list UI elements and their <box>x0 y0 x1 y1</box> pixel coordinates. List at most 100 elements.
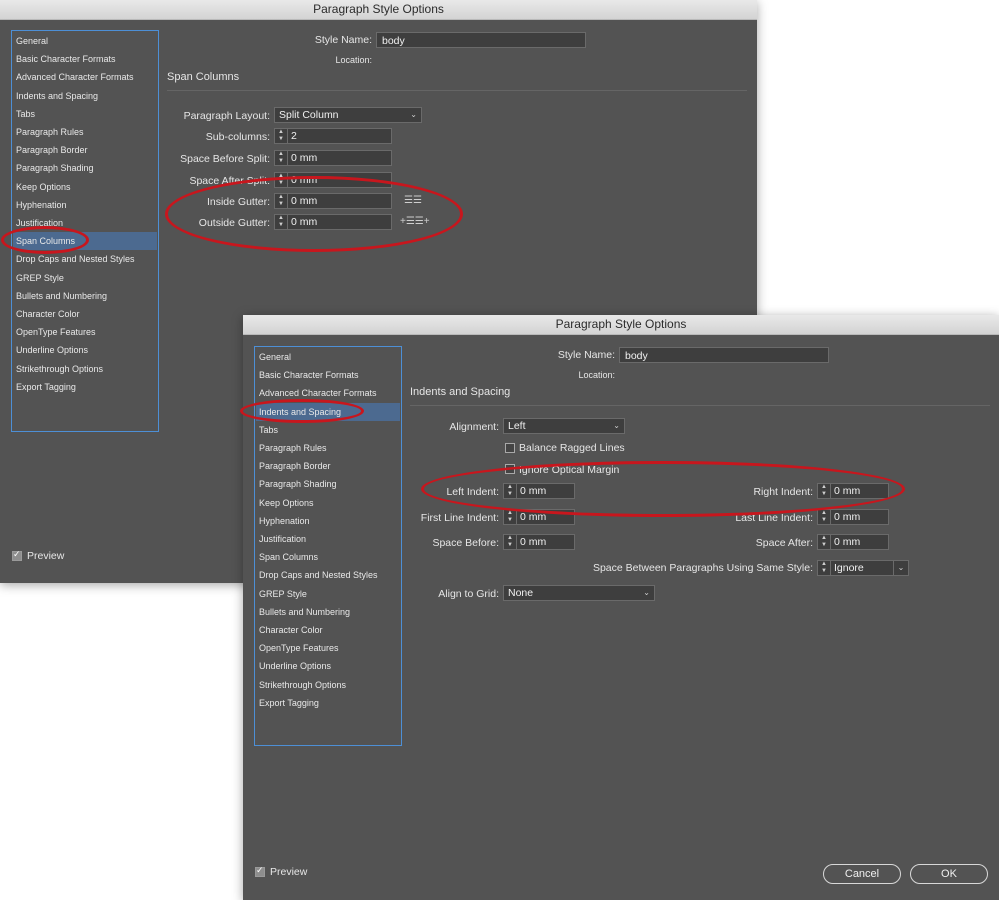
category-item-basic-character-formats[interactable]: Basic Character Formats <box>256 366 400 384</box>
category-item-advanced-character-formats[interactable]: Advanced Character Formats <box>256 384 400 402</box>
category-item-justification[interactable]: Justification <box>13 214 157 232</box>
first-line-indent-value: 0 mm <box>520 511 547 523</box>
inside-gutter-value: 0 mm <box>291 195 318 207</box>
stepper-arrows-icon[interactable]: ▲ ▼ <box>504 535 517 549</box>
category-item-strikethrough-options[interactable]: Strikethrough Options <box>13 360 157 378</box>
category-item-drop-caps-and-nested-styles[interactable]: Drop Caps and Nested Styles <box>256 566 400 584</box>
preview-checkbox[interactable] <box>12 549 22 561</box>
category-list: General Basic Character Formats Advanced C… <box>254 346 402 746</box>
space-before-value: 0 mm <box>520 536 547 548</box>
sub-columns-stepper[interactable]: ▲ ▼ 2 <box>274 128 392 144</box>
space-between-dropdown[interactable]: ▲ ▼ Ignore ⌄ <box>817 560 909 576</box>
align-grid-label: Align to Grid: <box>438 588 499 600</box>
category-item-justification[interactable]: Justification <box>256 530 400 548</box>
category-item-paragraph-rules[interactable]: Paragraph Rules <box>13 123 157 141</box>
category-item-span-columns[interactable]: Span Columns <box>256 548 400 566</box>
category-item-span-columns[interactable]: Span Columns <box>13 232 157 251</box>
category-item-keep-options[interactable]: Keep Options <box>13 178 157 196</box>
category-item-hyphenation[interactable]: Hyphenation <box>256 512 400 530</box>
first-line-indent-stepper[interactable]: ▲ ▼ 0 mm <box>503 509 575 525</box>
category-item-grep-style[interactable]: GREP Style <box>256 585 400 603</box>
paragraph-layout-dropdown[interactable]: Split Column ⌄ <box>274 107 422 123</box>
stepper-arrows-icon[interactable]: ▲ ▼ <box>275 215 288 229</box>
stepper-arrows-icon[interactable]: ▲ ▼ <box>275 151 288 165</box>
category-item-advanced-character-formats[interactable]: Advanced Character Formats <box>13 68 157 86</box>
chevron-down-icon: ⌄ <box>410 110 417 119</box>
category-item-character-color[interactable]: Character Color <box>13 305 157 323</box>
category-item-grep-style[interactable]: GREP Style <box>13 269 157 287</box>
category-item-opentype-features[interactable]: OpenType Features <box>256 639 400 657</box>
style-name-field[interactable]: body <box>619 347 829 363</box>
stepper-arrows-icon[interactable]: ▲ ▼ <box>275 129 288 143</box>
category-item-paragraph-border[interactable]: Paragraph Border <box>256 457 400 475</box>
chevron-down-icon[interactable]: ⌄ <box>893 561 908 575</box>
category-item-opentype-features[interactable]: OpenType Features <box>13 323 157 341</box>
stepper-arrows-icon[interactable]: ▲ ▼ <box>818 535 831 549</box>
space-after-split-value: 0 mm <box>291 174 318 186</box>
ignore-optical-checkbox[interactable] <box>505 464 515 474</box>
category-item-indents-and-spacing[interactable]: Indents and Spacing <box>256 402 400 421</box>
category-item-paragraph-shading[interactable]: Paragraph Shading <box>256 475 400 493</box>
space-before-stepper[interactable]: ▲ ▼ 0 mm <box>503 534 575 550</box>
category-item-character-color[interactable]: Character Color <box>256 621 400 639</box>
alignment-dropdown[interactable]: Left ⌄ <box>503 418 625 434</box>
left-indent-value: 0 mm <box>520 485 547 497</box>
category-item-keep-options[interactable]: Keep Options <box>256 494 400 512</box>
category-item-strikethrough-options[interactable]: Strikethrough Options <box>256 676 400 694</box>
category-item-general[interactable]: General <box>256 348 400 366</box>
last-line-indent-stepper[interactable]: ▲ ▼ 0 mm <box>817 509 889 525</box>
preview-checkbox[interactable] <box>255 865 265 877</box>
space-after-stepper[interactable]: ▲ ▼ 0 mm <box>817 534 889 550</box>
stepper-arrows-icon[interactable]: ▲ ▼ <box>818 484 831 498</box>
ok-button[interactable]: OK <box>910 864 988 884</box>
space-after-split-stepper[interactable]: ▲ ▼ 0 mm <box>274 172 392 188</box>
align-grid-value: None <box>508 587 534 599</box>
left-indent-stepper[interactable]: ▲ ▼ 0 mm <box>503 483 575 499</box>
stepper-arrows-icon[interactable]: ▲ ▼ <box>275 194 288 208</box>
category-item-paragraph-border[interactable]: Paragraph Border <box>13 141 157 159</box>
category-item-bullets-and-numbering[interactable]: Bullets and Numbering <box>13 287 157 305</box>
category-item-export-tagging[interactable]: Export Tagging <box>13 378 157 396</box>
section-divider <box>410 405 990 406</box>
category-item-tabs[interactable]: Tabs <box>256 421 400 439</box>
space-before-split-value: 0 mm <box>291 152 318 164</box>
alignment-label: Alignment: <box>449 421 499 433</box>
left-indent-label: Left Indent: <box>446 486 499 498</box>
balance-ragged-label: Balance Ragged Lines <box>519 442 625 454</box>
sub-columns-value: 2 <box>291 130 297 142</box>
category-item-hyphenation[interactable]: Hyphenation <box>13 196 157 214</box>
stepper-arrows-icon[interactable]: ▲ ▼ <box>504 510 517 524</box>
location-label: Location: <box>578 370 615 380</box>
inside-gutter-stepper[interactable]: ▲ ▼ 0 mm <box>274 193 392 209</box>
space-after-value: 0 mm <box>834 536 861 548</box>
stepper-arrows-icon[interactable]: ▲ ▼ <box>818 510 831 524</box>
stepper-arrows-icon[interactable]: ▲ ▼ <box>504 484 517 498</box>
space-before-split-stepper[interactable]: ▲ ▼ 0 mm <box>274 150 392 166</box>
category-item-bullets-and-numbering[interactable]: Bullets and Numbering <box>256 603 400 621</box>
category-item-paragraph-rules[interactable]: Paragraph Rules <box>256 439 400 457</box>
category-item-basic-character-formats[interactable]: Basic Character Formats <box>13 50 157 68</box>
paragraph-layout-value: Split Column <box>279 109 339 121</box>
category-item-indents-and-spacing[interactable]: Indents and Spacing <box>13 87 157 105</box>
space-before-label: Space Before: <box>432 537 499 549</box>
section-divider <box>167 90 747 91</box>
category-item-tabs[interactable]: Tabs <box>13 105 157 123</box>
cancel-button[interactable]: Cancel <box>823 864 901 884</box>
stepper-arrows-icon[interactable]: ▲ ▼ <box>818 561 831 575</box>
category-item-general[interactable]: General <box>13 32 157 50</box>
align-grid-dropdown[interactable]: None ⌄ <box>503 585 655 601</box>
last-line-indent-value: 0 mm <box>834 511 861 523</box>
first-line-indent-label: First Line Indent: <box>420 512 499 524</box>
category-item-drop-caps-and-nested-styles[interactable]: Drop Caps and Nested Styles <box>13 250 157 268</box>
style-name-field[interactable]: body <box>376 32 586 48</box>
category-item-underline-options[interactable]: Underline Options <box>256 657 400 675</box>
right-indent-stepper[interactable]: ▲ ▼ 0 mm <box>817 483 889 499</box>
dialog-title: Paragraph Style Options <box>0 0 757 20</box>
stepper-arrows-icon[interactable]: ▲ ▼ <box>275 173 288 187</box>
category-item-paragraph-shading[interactable]: Paragraph Shading <box>13 159 157 177</box>
balance-ragged-checkbox[interactable] <box>505 443 515 453</box>
category-item-export-tagging[interactable]: Export Tagging <box>256 694 400 712</box>
category-item-underline-options[interactable]: Underline Options <box>13 341 157 359</box>
outside-gutter-stepper[interactable]: ▲ ▼ 0 mm <box>274 214 392 230</box>
dialog-indents-spacing: Paragraph Style Options General Basic Cha… <box>240 315 999 900</box>
